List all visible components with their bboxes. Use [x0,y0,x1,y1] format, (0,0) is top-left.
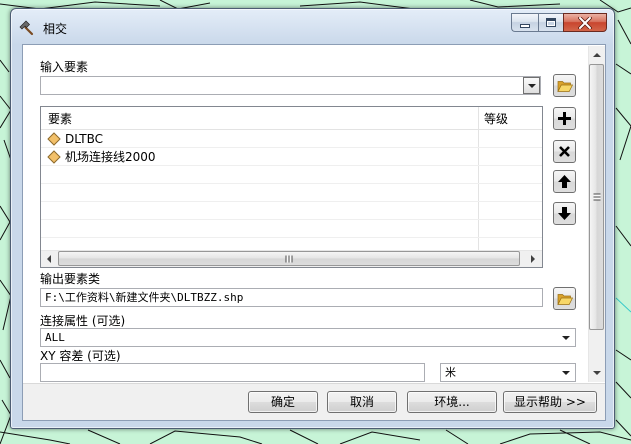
minimize-icon [520,24,530,28]
ok-button[interactable]: 确定 [248,391,318,413]
cancel-button[interactable]: 取消 [327,391,397,413]
scroll-left-button[interactable] [41,251,57,267]
dialog-client-area: 输入要素 要素 等级 DLTBC 机场连接线2000 输出要素类 F:\工作资料… [22,44,606,421]
parameters-panel: 输入要素 要素 等级 DLTBC 机场连接线2000 输出要素类 F:\工作资料… [23,45,605,383]
map-boundary-line [289,429,319,444]
window-title: 相交 [43,22,68,36]
browse-output-button[interactable] [553,287,576,310]
table-row[interactable]: DLTBC [41,130,542,148]
chevron-down-icon [562,336,570,340]
maximize-button[interactable] [538,13,564,32]
input-features-table[interactable]: 要素 等级 DLTBC 机场连接线2000 [40,106,543,268]
map-boundary-line [469,0,561,8]
table-row-empty [41,220,542,238]
map-boundary-line [615,381,631,399]
table-horizontal-scrollbar[interactable] [41,250,542,267]
map-boundary-line [445,429,469,444]
map-boundary-line [615,63,631,75]
chevron-up-icon [593,53,601,57]
table-row-empty [41,202,542,220]
join-attributes-label: 连接属性 (可选) [40,314,126,328]
map-boundary-line [615,297,631,313]
map-boundary-line [615,349,631,361]
chevron-left-icon [47,255,51,263]
table-header: 要素 等级 [41,107,542,130]
join-attributes-value: ALL [45,331,65,344]
remove-row-button[interactable] [553,140,576,163]
grip-icon [285,255,293,262]
folder-open-icon [556,80,573,92]
close-button[interactable] [563,13,607,32]
map-boundary-line [0,431,71,444]
table-row-empty [41,166,542,184]
map-boundary-line [615,419,631,437]
xy-tolerance-unit-select[interactable]: 米 [440,363,576,382]
map-boundary-line [339,431,421,444]
scroll-up-button[interactable] [589,47,605,63]
map-boundary-line [87,429,121,444]
scroll-right-button[interactable] [525,251,541,267]
close-icon [578,16,592,29]
map-boundary-line [615,107,631,161]
column-header-rank[interactable]: 等级 [484,112,508,126]
input-features-combobox[interactable] [40,76,541,95]
environments-button[interactable]: 环境... [407,391,497,413]
minimize-button[interactable] [511,13,538,32]
input-features-label: 输入要素 [40,60,89,74]
column-header-feature[interactable]: 要素 [48,112,72,126]
remove-icon [559,146,570,157]
move-down-button[interactable] [553,202,576,225]
feature-name: DLTBC [65,132,104,146]
maximize-icon [546,18,556,27]
grip-icon [593,193,600,201]
table-row[interactable]: 机场连接线2000 [41,148,542,166]
panel-vertical-scrollbar[interactable] [588,46,605,382]
move-down-icon [558,207,571,220]
map-boundary-line [499,431,631,444]
show-help-button[interactable]: 显示帮助 >> [503,391,597,413]
add-icon [558,112,571,125]
table-row-empty [41,184,542,202]
xy-tolerance-unit: 米 [445,366,456,379]
folder-open-icon [556,293,573,305]
map-boundary-line [617,19,631,45]
chevron-down-icon [562,371,570,375]
xy-tolerance-label: XY 容差 (可选) [40,349,121,363]
hammer-icon [19,20,35,36]
map-boundary-line [149,430,263,444]
intersect-dialog: 相交 输入要素 要素 等级 DLTBC 机场连接线2000 输出要素类 F:\工… [10,8,615,429]
output-feature-class-label: 输出要素类 [40,272,101,286]
dialog-button-bar: 确定 取消 环境... 显示帮助 >> [23,383,605,420]
move-up-button[interactable] [553,170,576,193]
output-feature-class-value: F:\工作资料\新建文件夹\DLTBZZ.shp [45,291,244,304]
map-boundary-line [615,225,631,247]
chevron-down-icon [593,371,601,375]
map-boundary-line [0,359,11,379]
move-up-icon [558,175,571,188]
input-features-dropdown-button[interactable] [523,77,540,94]
polygon-feature-icon [47,132,61,146]
browse-input-button[interactable] [553,74,576,97]
scroll-down-button[interactable] [589,365,605,381]
horizontal-scroll-thumb[interactable] [58,251,520,266]
chevron-right-icon [531,255,535,263]
map-boundary-line [0,59,10,73]
output-feature-class-input[interactable]: F:\工作资料\新建文件夹\DLTBZZ.shp [40,288,543,307]
polygon-feature-icon [47,150,61,164]
feature-name: 机场连接线2000 [65,150,156,164]
xy-tolerance-input[interactable] [40,363,425,382]
chevron-down-icon [527,83,536,88]
map-boundary-line [0,205,11,241]
vertical-scroll-thumb[interactable] [589,64,604,330]
join-attributes-select[interactable]: ALL [40,328,576,347]
add-row-button[interactable] [553,107,576,130]
